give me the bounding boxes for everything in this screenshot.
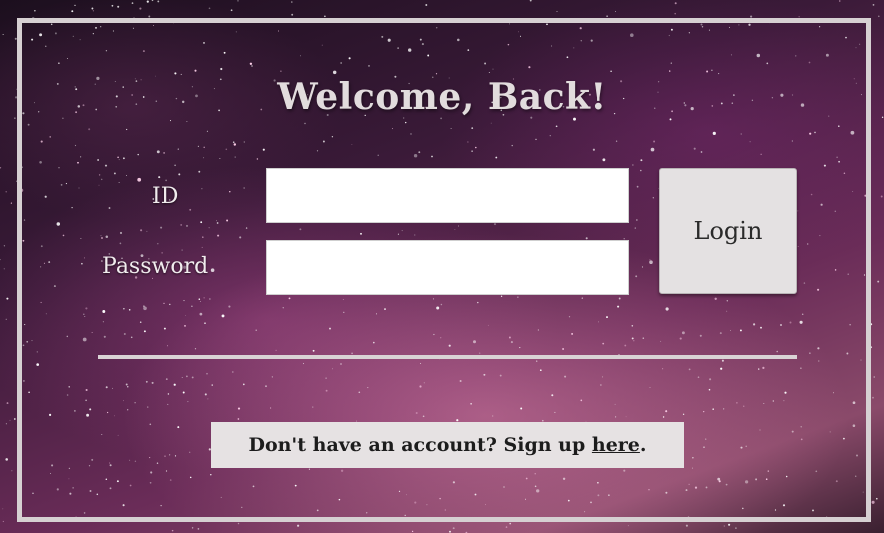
star [117,5,120,8]
signup-prompt-box: Don't have an account? Sign up here. [211,422,684,468]
star [723,525,725,527]
star [74,4,76,6]
password-label: Password [102,254,209,279]
star [871,500,875,504]
star [146,0,149,3]
star [839,0,841,2]
star [151,0,154,2]
star [627,525,629,527]
star [509,522,512,525]
star [674,2,677,5]
star [171,529,174,532]
star [131,2,134,4]
star [556,11,558,12]
star [606,15,608,17]
star [872,396,874,399]
star [324,15,326,18]
star [505,526,508,528]
star [191,527,194,529]
star [685,524,688,527]
star [3,268,5,270]
star [139,7,142,10]
star [13,418,16,420]
password-input[interactable] [266,240,629,295]
login-button[interactable]: Login [659,168,797,294]
star [529,0,532,2]
star [92,10,95,12]
star [237,522,240,525]
star [425,4,428,6]
star [452,527,455,530]
signup-suffix: . [639,434,647,456]
star [237,0,239,2]
star [111,4,114,7]
star [208,7,211,10]
star [11,470,13,472]
star [3,245,6,247]
star [5,423,7,425]
star [5,191,7,193]
star [735,527,737,529]
star [411,530,414,533]
login-page: Welcome, Back! ID Password Login Don't h… [0,0,884,533]
id-input[interactable] [266,168,629,223]
page-title: Welcome, Back! [277,76,607,118]
star [6,297,9,300]
signup-link[interactable]: here [592,434,640,456]
star [0,167,2,169]
star [880,195,883,198]
star [9,419,11,421]
star [2,34,4,35]
star [674,12,676,15]
star [297,524,300,527]
star [449,530,451,533]
star [91,7,94,10]
star [34,10,36,12]
star [873,376,875,378]
divider [98,355,797,359]
star [197,528,200,530]
star [71,10,74,13]
star [2,508,4,510]
star [728,523,731,526]
star [291,1,293,3]
star [5,318,7,320]
star [157,0,160,3]
star [10,202,12,204]
star [230,9,233,12]
star [0,259,1,261]
star [875,497,878,500]
id-label: ID [152,184,179,209]
star [2,520,4,523]
star [291,13,294,16]
star [5,458,8,461]
star [6,402,9,405]
signup-prompt-text: Don't have an account? Sign up [248,434,592,456]
star [878,15,880,18]
star [872,4,875,6]
star [615,10,617,12]
star [877,280,880,283]
